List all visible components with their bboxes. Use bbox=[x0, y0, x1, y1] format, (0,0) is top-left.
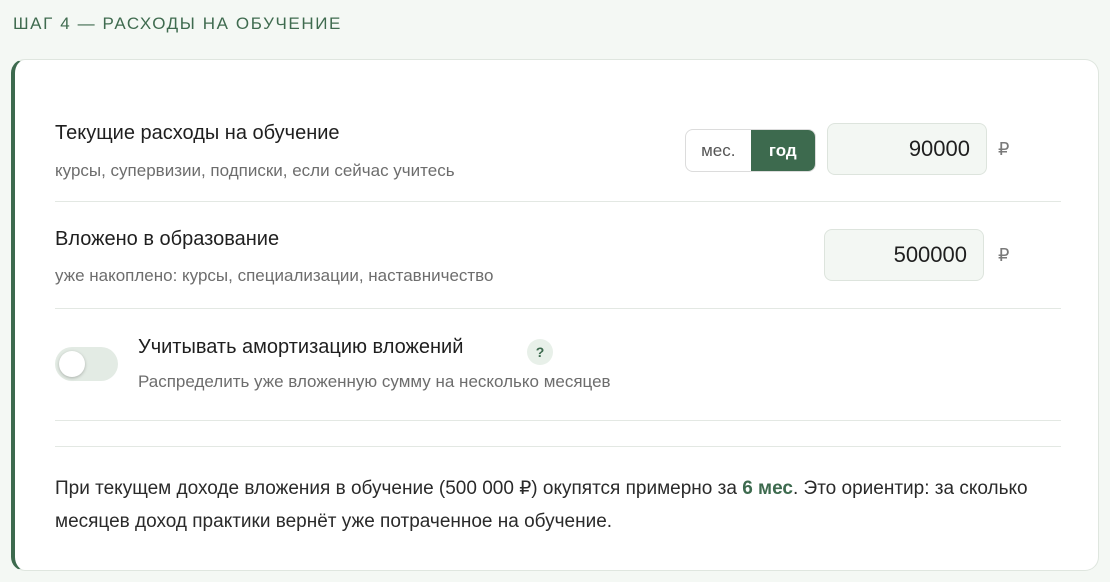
divider bbox=[55, 446, 1061, 447]
currency-symbol: ₽ bbox=[998, 139, 1010, 159]
amortization-label: Учитывать амортизацию вложений bbox=[138, 336, 464, 358]
amortization-row: Учитывать амортизацию вложений ? Распред… bbox=[55, 309, 1061, 421]
period-selector: мес. год bbox=[685, 129, 816, 172]
payback-months: 6 мес bbox=[742, 478, 793, 499]
toggle-knob bbox=[59, 351, 85, 377]
current-expenses-hint: курсы, супервизии, подписки, если сейчас… bbox=[55, 161, 455, 180]
current-expenses-label: Текущие расходы на обучение bbox=[55, 122, 340, 144]
help-icon[interactable]: ? bbox=[527, 339, 553, 365]
education-expenses-card: Текущие расходы на обучение курсы, супер… bbox=[11, 59, 1099, 571]
amortization-toggle[interactable] bbox=[55, 347, 118, 381]
period-year-button[interactable]: год bbox=[750, 130, 815, 171]
payback-summary: При текущем доходе вложения в обучение (… bbox=[55, 472, 1065, 538]
period-month-button[interactable]: мес. bbox=[686, 130, 751, 171]
step-title: ШАГ 4 — РАСХОДЫ НА ОБУЧЕНИЕ bbox=[13, 14, 342, 33]
currency-symbol: ₽ bbox=[998, 245, 1010, 265]
summary-text-start: При текущем доходе вложения в обучение (… bbox=[55, 478, 743, 499]
invested-input[interactable] bbox=[824, 229, 984, 281]
invested-hint: уже накоплено: курсы, специализации, нас… bbox=[55, 266, 494, 285]
invested-label: Вложено в образование bbox=[55, 228, 280, 250]
current-expenses-input[interactable] bbox=[827, 123, 987, 175]
current-expenses-row: Текущие расходы на обучение курсы, супер… bbox=[55, 60, 1061, 202]
invested-row: Вложено в образование уже накоплено: кур… bbox=[55, 202, 1061, 309]
amortization-hint: Распределить уже вложенную сумму на неск… bbox=[138, 372, 611, 391]
